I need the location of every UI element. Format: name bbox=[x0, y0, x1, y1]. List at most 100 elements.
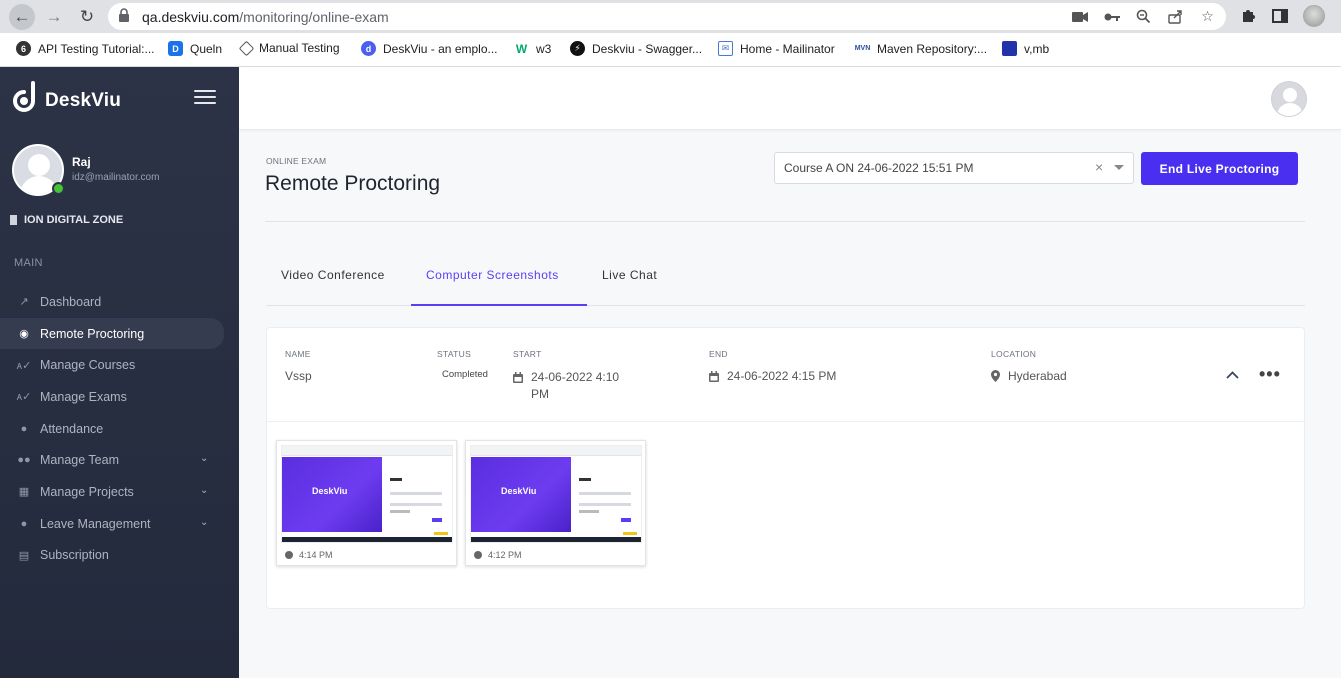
session-name: Vssp bbox=[285, 369, 312, 383]
bookmark-swagger[interactable]: ⚡ Deskviu - Swagger... bbox=[570, 41, 702, 56]
bookmark-w3[interactable]: Ww3 bbox=[514, 41, 551, 56]
sidebar-item-manage-projects[interactable]: ▦ Manage Projects ⌄ bbox=[0, 476, 239, 508]
bookmark-mailinator[interactable]: ✉ Home - Mailinator bbox=[718, 41, 835, 56]
course-select-value: Course A ON 24-06-2022 15:51 PM bbox=[784, 161, 974, 175]
deskviu-logo[interactable]: DeskViu bbox=[13, 81, 121, 115]
profile-avatar-icon[interactable] bbox=[1303, 5, 1325, 27]
sidebar-item-manage-exams[interactable]: ᴀ✓ Manage Exams bbox=[0, 381, 239, 413]
bookmark-favicon-icon: ⚡ bbox=[570, 41, 585, 56]
page-title: Remote Proctoring bbox=[265, 172, 441, 195]
caret-down-icon[interactable] bbox=[1114, 165, 1124, 170]
side-panel-icon[interactable] bbox=[1271, 7, 1289, 25]
screenshot-image: DeskViu bbox=[281, 445, 453, 543]
sidebar-item-manage-courses[interactable]: ᴀ✓ Manage Courses bbox=[0, 349, 239, 381]
bookmark-vmb[interactable]: v,mb bbox=[1002, 41, 1049, 56]
spellcheck-icon: ᴀ✓ bbox=[16, 359, 32, 372]
key-icon[interactable] bbox=[1103, 8, 1120, 25]
sidebar-item-subscription[interactable]: ▤ Subscription bbox=[0, 540, 239, 572]
address-bar[interactable]: qa.deskviu.com/monitoring/online-exam ☆ bbox=[108, 3, 1226, 30]
more-options-icon[interactable]: ••• bbox=[1259, 364, 1281, 385]
breadcrumb: ONLINE EXAM bbox=[266, 156, 327, 166]
bookmark-favicon-icon: 6 bbox=[16, 41, 31, 56]
columns-icon: ▦ bbox=[18, 486, 30, 499]
session-start: 24-06-2022 4:10 PM bbox=[513, 369, 619, 403]
back-arrow-icon[interactable]: ← bbox=[9, 4, 35, 30]
star-icon[interactable]: ☆ bbox=[1199, 8, 1216, 25]
bookmark-favicon-icon: ✉ bbox=[718, 41, 733, 56]
session-location: Hyderabad bbox=[991, 369, 1067, 383]
chevron-up-icon[interactable] bbox=[1226, 369, 1239, 382]
bookmark-favicon-icon: D bbox=[168, 41, 183, 56]
calendar-icon bbox=[513, 372, 523, 383]
column-header-status: STATUS bbox=[437, 349, 472, 359]
user-check-icon: ● bbox=[20, 422, 28, 435]
reload-icon[interactable]: ↻ bbox=[74, 4, 100, 30]
chevron-down-icon: ⌄ bbox=[200, 453, 209, 465]
hamburger-menu-icon[interactable] bbox=[194, 90, 216, 104]
bookmark-favicon-icon: MVN bbox=[855, 41, 870, 56]
column-header-location: LOCATION bbox=[991, 349, 1037, 359]
bookmark-api-testing[interactable]: 6 API Testing Tutorial:... bbox=[16, 41, 155, 56]
screenshot-thumbnail[interactable]: DeskViu 4:12 PM bbox=[465, 440, 646, 566]
users-icon: ●● bbox=[17, 454, 31, 467]
chevron-down-icon: ⌄ bbox=[200, 516, 209, 528]
column-header-end: END bbox=[709, 349, 728, 359]
sidebar-item-leave-management[interactable]: ● Leave Management ⌄ bbox=[0, 508, 239, 540]
screenshot-time: 4:14 PM bbox=[285, 550, 333, 560]
tab-video-conference[interactable]: Video Conference bbox=[281, 268, 385, 282]
bookmark-manual-testing[interactable]: Manual Testing bbox=[238, 40, 340, 56]
clock-icon bbox=[285, 551, 293, 559]
forward-arrow-icon[interactable]: → bbox=[41, 4, 67, 30]
chevron-down-icon: ⌄ bbox=[200, 485, 209, 497]
section-label-main: MAIN bbox=[14, 257, 43, 269]
puzzle-icon[interactable] bbox=[1239, 7, 1257, 25]
active-tab-indicator bbox=[411, 304, 587, 306]
chart-icon: ↗ bbox=[19, 296, 29, 309]
tab-bar: Video Conference Computer Screenshots Li… bbox=[266, 258, 1305, 306]
sidebar: DeskViu Raj idz@mailinator.com ION DIGIT… bbox=[0, 67, 239, 678]
screenshot-thumbnail[interactable]: DeskViu 4:14 PM bbox=[276, 440, 457, 566]
clock-icon bbox=[474, 551, 482, 559]
zoom-icon[interactable] bbox=[1135, 8, 1152, 25]
share-icon[interactable] bbox=[1167, 8, 1184, 25]
column-header-start: START bbox=[513, 349, 542, 359]
user-email: idz@mailinator.com bbox=[72, 172, 160, 183]
browser-toolbar: ← → ↻ qa.deskviu.com/monitoring/online-e… bbox=[0, 0, 1341, 33]
url-text: qa.deskviu.com/monitoring/online-exam bbox=[142, 9, 389, 25]
divider bbox=[265, 221, 1305, 222]
lock-icon bbox=[119, 8, 129, 22]
bookmark-favicon-icon: W bbox=[514, 41, 529, 56]
document-icon: ▤ bbox=[18, 549, 30, 562]
end-live-proctoring-button[interactable]: End Live Proctoring bbox=[1141, 152, 1298, 185]
column-header-name: NAME bbox=[285, 349, 311, 359]
spellcheck-icon: ᴀ✓ bbox=[16, 391, 32, 404]
sidebar-item-dashboard[interactable]: ↗ Dashboard bbox=[0, 286, 239, 318]
bookmarks-bar: 6 API Testing Tutorial:... D Queln Manual … bbox=[0, 33, 1341, 67]
deskviu-logo-icon bbox=[13, 81, 35, 112]
tab-live-chat[interactable]: Live Chat bbox=[602, 268, 657, 282]
online-status-dot bbox=[52, 182, 65, 195]
camera-icon[interactable] bbox=[1071, 8, 1088, 25]
top-header bbox=[239, 67, 1341, 130]
calendar-icon bbox=[709, 371, 719, 382]
sidebar-item-manage-team[interactable]: ●● Manage Team ⌄ bbox=[0, 444, 239, 476]
sidebar-menu: ↗ Dashboard ◉ Remote Proctoring ᴀ✓ Manage C… bbox=[0, 286, 239, 571]
brand-name: DeskViu bbox=[45, 90, 122, 111]
bookmark-favicon-icon: d bbox=[361, 41, 376, 56]
bookmark-deskviu[interactable]: d DeskViu - an emplo... bbox=[361, 41, 498, 56]
sidebar-item-remote-proctoring[interactable]: ◉ Remote Proctoring bbox=[0, 317, 224, 350]
status-badge: Completed bbox=[442, 369, 488, 380]
tab-computer-screenshots[interactable]: Computer Screenshots bbox=[426, 268, 559, 282]
screenshot-time: 4:12 PM bbox=[474, 550, 522, 560]
course-select[interactable]: Course A ON 24-06-2022 15:51 PM × bbox=[774, 152, 1134, 184]
sidebar-item-attendance[interactable]: ● Attendance bbox=[0, 413, 239, 445]
bookmark-favicon-icon bbox=[238, 40, 255, 56]
divider bbox=[267, 421, 1304, 422]
globe-icon: ● bbox=[20, 517, 28, 530]
session-end: 24-06-2022 4:15 PM bbox=[709, 369, 836, 383]
bookmark-queln[interactable]: D Queln bbox=[168, 41, 222, 56]
clear-icon[interactable]: × bbox=[1095, 159, 1103, 175]
bookmark-maven[interactable]: MVN Maven Repository:... bbox=[855, 41, 987, 56]
target-icon: ◉ bbox=[19, 328, 29, 341]
avatar[interactable] bbox=[1271, 81, 1307, 117]
